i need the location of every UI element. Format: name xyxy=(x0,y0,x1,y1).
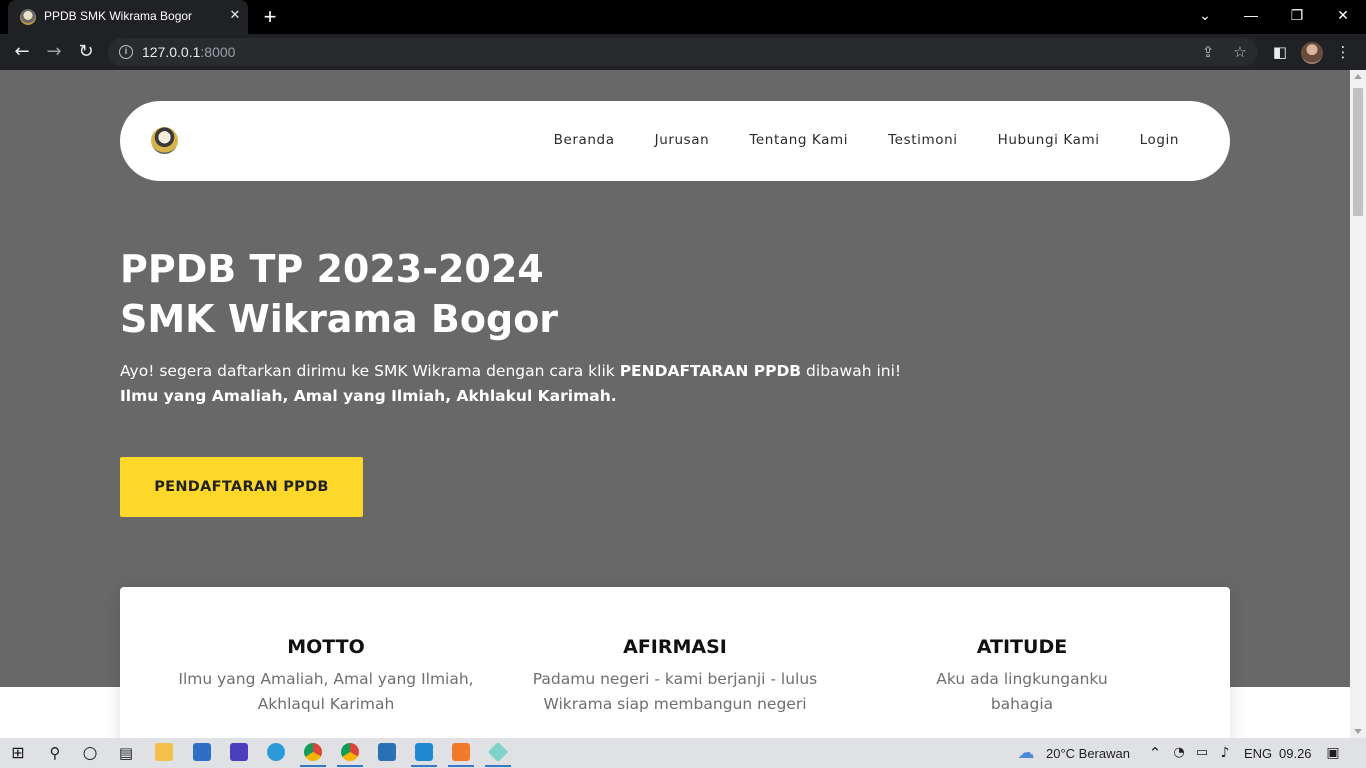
language-indicator[interactable]: ENG xyxy=(1244,746,1272,761)
scroll-up-arrow-icon[interactable] xyxy=(1354,74,1362,79)
volume-icon[interactable]: ♪ xyxy=(1214,742,1236,764)
nav-item-beranda[interactable]: Beranda xyxy=(554,132,615,148)
site-navbar: Beranda Jurusan Tentang Kami Testimoni H… xyxy=(120,101,1230,181)
hero-title-line1: PPDB TP 2023-2024 xyxy=(120,247,544,291)
restore-button[interactable]: ❐ xyxy=(1274,0,1320,34)
nav-item-testimoni[interactable]: Testimoni xyxy=(888,132,957,148)
xampp-active-indicator xyxy=(448,765,474,767)
motto-title: MOTTO xyxy=(287,636,365,658)
wifi-icon[interactable]: ◔ xyxy=(1168,742,1190,764)
search-icon[interactable]: ⚲ xyxy=(44,742,66,764)
bookmark-star-icon[interactable]: ☆ xyxy=(1230,42,1250,62)
nav-item-login[interactable]: Login xyxy=(1140,132,1179,148)
notifications-icon[interactable]: ▣ xyxy=(1322,742,1344,764)
hero-desc-prefix: Ayo! segera daftarkan dirimu ke SMK Wikr… xyxy=(120,362,620,380)
photos-icon[interactable] xyxy=(378,743,396,761)
more-menu-icon[interactable]: ⋮ xyxy=(1331,40,1355,64)
site-favicon-icon xyxy=(20,9,36,25)
atitude-title: ATITUDE xyxy=(976,636,1068,658)
afirmasi-text-line2: Wikrama siap membangun negeri xyxy=(543,695,807,713)
afirmasi-text-line1: Padamu negeri - kami berjanji - lulus xyxy=(532,670,818,688)
scroll-thumb[interactable] xyxy=(1353,88,1363,216)
windows-start-icon[interactable]: ⊞ xyxy=(7,742,29,764)
motto-text-line2: Akhlaqul Karimah xyxy=(257,695,395,713)
sourcetree-active-indicator xyxy=(485,765,511,767)
hero-description: Ayo! segera daftarkan dirimu ke SMK Wikr… xyxy=(120,359,901,409)
chrome-icon[interactable] xyxy=(304,743,322,761)
browser-toolbar: ← → ↻ i 127.0.0.1:8000 ⇪ ☆ ◧ ⋮ xyxy=(0,34,1366,70)
clock-time[interactable]: 09.26 xyxy=(1279,746,1312,761)
windows-taskbar: ⊞ ⚲ ○ ▤ ☁ 20°C Berawan ⌃ ◔ ▭ ♪ ENG 09.26… xyxy=(0,738,1366,768)
motto-text-line1: Ilmu yang Amaliah, Amal yang Ilmiah, xyxy=(178,670,474,688)
atitude-text-line1: Aku ada lingkunganku xyxy=(936,670,1108,688)
afirmasi-column: AFIRMASI Padamu negeri - kami berjanji -… xyxy=(510,633,840,717)
tab-search-chevron-icon[interactable]: ⌄ xyxy=(1182,0,1228,34)
edge-icon[interactable] xyxy=(267,743,285,761)
side-panel-icon[interactable]: ◧ xyxy=(1268,40,1292,64)
hero-title: PPDB TP 2023-2024 SMK Wikrama Bogor xyxy=(120,244,558,344)
nav-item-tentang-kami[interactable]: Tentang Kami xyxy=(749,132,848,148)
hero-desc-bold: PENDAFTARAN PPDB xyxy=(619,362,802,380)
browser-tab-bar: PPDB SMK Wikrama Bogor ✕ + ⌄ — ❐ ✕ xyxy=(0,0,1366,34)
url-host: 127.0.0.1 xyxy=(142,44,201,60)
browser-tab[interactable]: PPDB SMK Wikrama Bogor ✕ xyxy=(8,0,248,34)
new-tab-button[interactable]: + xyxy=(259,6,281,28)
url-text[interactable]: 127.0.0.1:8000 xyxy=(142,44,235,60)
scroll-down-arrow-icon[interactable] xyxy=(1354,729,1362,734)
sourcetree-icon[interactable] xyxy=(487,741,509,763)
pendaftaran-ppdb-button[interactable]: PENDAFTARAN PPDB xyxy=(120,457,363,517)
atitude-text: Aku ada lingkunganku bahagia xyxy=(857,667,1187,717)
task-view-icon[interactable]: ▤ xyxy=(115,742,137,764)
close-tab-icon[interactable]: ✕ xyxy=(227,8,243,24)
nav-item-jurusan[interactable]: Jurusan xyxy=(655,132,710,148)
url-port: :8000 xyxy=(200,44,236,60)
back-arrow-icon[interactable]: ← xyxy=(9,39,35,65)
xampp-icon[interactable] xyxy=(452,743,470,761)
hero-title-line2: SMK Wikrama Bogor xyxy=(120,297,559,341)
share-icon[interactable]: ⇪ xyxy=(1198,42,1218,62)
editor-app-icon[interactable] xyxy=(230,743,248,761)
profile-avatar[interactable] xyxy=(1301,42,1323,64)
mail-icon[interactable] xyxy=(193,743,211,761)
hero-tagline: Ilmu yang Amaliah, Amal yang Ilmiah, Akh… xyxy=(120,387,617,405)
values-card: MOTTO Ilmu yang Amaliah, Amal yang Ilmia… xyxy=(120,587,1230,738)
afirmasi-title: AFIRMASI xyxy=(623,636,727,658)
chrome-active-indicator xyxy=(300,765,326,767)
close-window-button[interactable]: ✕ xyxy=(1320,0,1366,34)
page-viewport: Beranda Jurusan Tentang Kami Testimoni H… xyxy=(0,70,1350,738)
vscode-active-indicator xyxy=(411,765,437,767)
weather-cloud-icon[interactable]: ☁ xyxy=(1015,742,1037,764)
tab-title: PPDB SMK Wikrama Bogor xyxy=(44,9,193,23)
atitude-column: ATITUDE Aku ada lingkunganku bahagia xyxy=(857,633,1187,717)
nav-menu: Beranda Jurusan Tentang Kami Testimoni H… xyxy=(554,132,1179,148)
nav-item-hubungi-kami[interactable]: Hubungi Kami xyxy=(998,132,1100,148)
minimize-button[interactable]: — xyxy=(1228,0,1274,34)
motto-text: Ilmu yang Amaliah, Amal yang Ilmiah, Akhl… xyxy=(161,667,491,717)
school-logo[interactable] xyxy=(151,127,178,154)
atitude-text-line2: bahagia xyxy=(990,695,1054,713)
weather-text[interactable]: 20°C Berawan xyxy=(1046,746,1130,761)
site-info-icon[interactable]: i xyxy=(119,45,133,59)
hero-desc-suffix: dibawah ini! xyxy=(801,362,902,380)
chrome-profile-icon[interactable] xyxy=(341,743,359,761)
tray-chevron-up-icon[interactable]: ⌃ xyxy=(1144,742,1166,764)
battery-icon[interactable]: ▭ xyxy=(1191,742,1213,764)
cortana-icon[interactable]: ○ xyxy=(79,742,101,764)
motto-column: MOTTO Ilmu yang Amaliah, Amal yang Ilmia… xyxy=(161,633,491,717)
file-explorer-icon[interactable] xyxy=(155,743,173,761)
afirmasi-text: Padamu negeri - kami berjanji - lulus Wik… xyxy=(510,667,840,717)
vscode-icon[interactable] xyxy=(415,743,433,761)
reload-icon[interactable]: ↻ xyxy=(73,39,99,65)
page-scrollbar[interactable] xyxy=(1350,70,1366,738)
chrome-profile-active-indicator xyxy=(337,765,363,767)
address-bar[interactable]: i 127.0.0.1:8000 ⇪ ☆ xyxy=(108,38,1258,66)
forward-arrow-icon[interactable]: → xyxy=(41,39,67,65)
